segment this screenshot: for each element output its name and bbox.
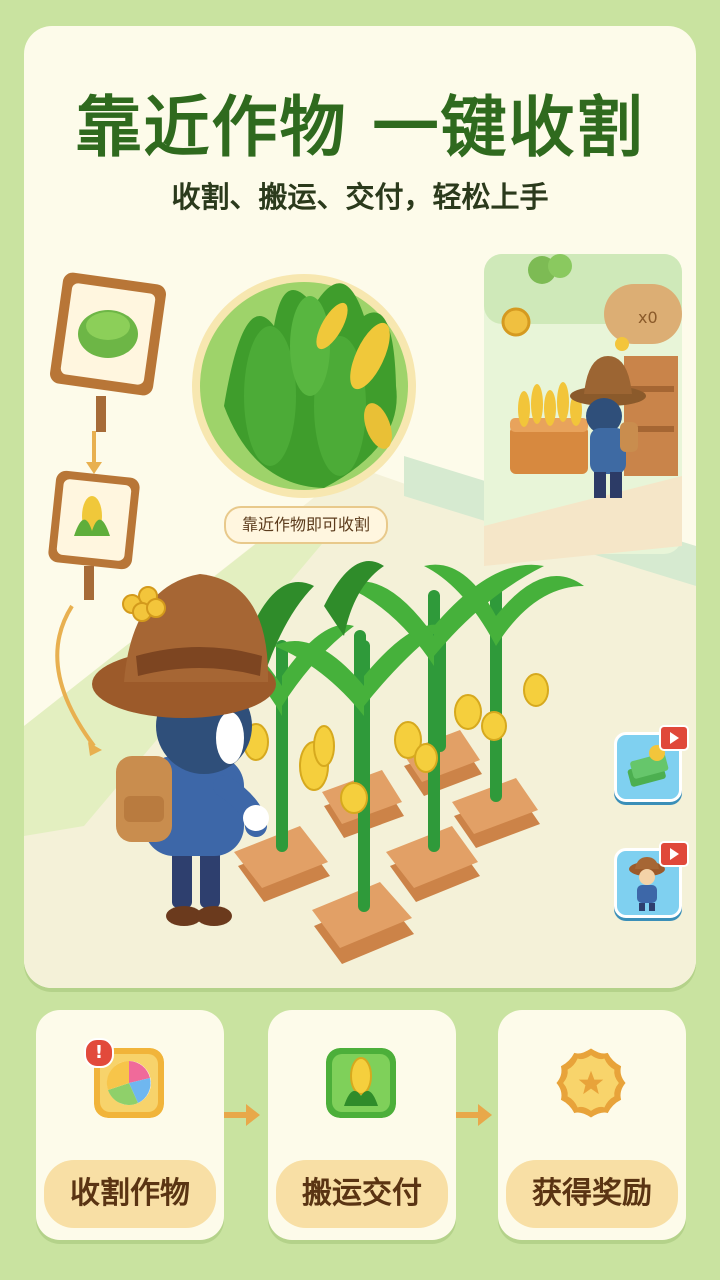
video-ad-icon	[659, 841, 689, 867]
svg-text:x0: x0	[638, 308, 658, 327]
main-card: x0 靠近作物即可收割 靠近作物 一键收割 收割、搬运、交付，轻松上手	[24, 26, 696, 988]
cash-reward-button[interactable]	[614, 725, 689, 802]
page-subtitle: 收割、搬运、交付，轻松上手	[171, 180, 549, 214]
page-title: 靠近作物 一键收割	[75, 89, 645, 166]
alert-badge: !	[84, 1038, 114, 1068]
step-card-transport: 搬运交付	[268, 1010, 456, 1240]
arrow-right-icon	[456, 1104, 492, 1126]
signboard-grass	[50, 272, 166, 432]
harvest-hint-label: 靠近作物即可收割	[224, 506, 388, 544]
zoom-circle	[192, 274, 416, 498]
game-scene: x0 靠近作物即可收割	[24, 26, 696, 988]
star-coin-icon	[556, 1048, 626, 1118]
signboard-corn	[48, 470, 140, 600]
video-ad-icon	[659, 725, 689, 751]
corn-icon	[326, 1048, 396, 1118]
arrow-right-icon	[224, 1104, 260, 1126]
step-card-harvest: ! 收割作物	[36, 1010, 224, 1240]
shop-scene: x0	[484, 254, 682, 566]
step-label-reward: 获得奖励	[506, 1160, 678, 1228]
step-label-harvest: 收割作物	[44, 1160, 216, 1228]
step-card-reward: 获得奖励	[498, 1010, 686, 1240]
step-label-transport: 搬运交付	[276, 1160, 448, 1228]
character-reward-button[interactable]	[614, 841, 689, 918]
